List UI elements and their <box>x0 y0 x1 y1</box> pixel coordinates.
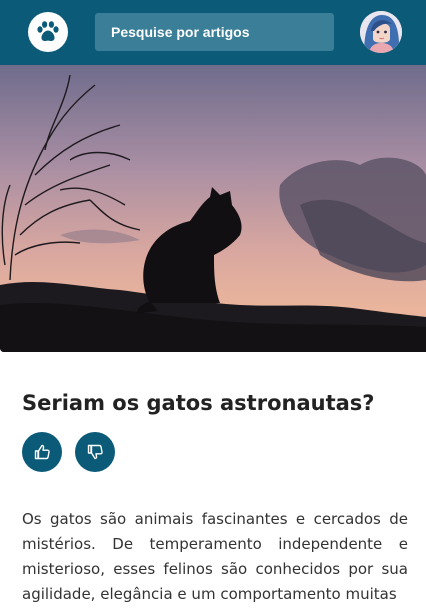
article-title: Seriam os gatos astronautas? <box>22 391 375 415</box>
logo-button[interactable] <box>28 12 68 52</box>
top-bar <box>0 0 426 65</box>
paw-icon <box>37 21 59 41</box>
dislike-button[interactable] <box>75 432 115 472</box>
like-button[interactable] <box>22 432 62 472</box>
thumbs-up-icon <box>34 444 50 460</box>
user-avatar-image <box>360 11 402 53</box>
hero-image <box>0 65 426 352</box>
user-avatar[interactable] <box>360 11 402 53</box>
thumbs-down-icon <box>87 444 103 460</box>
search-input[interactable] <box>95 13 334 51</box>
cat-silhouette-sunset-image <box>0 65 426 352</box>
article-body: Os gatos são animais fascinantes e cerca… <box>22 510 408 603</box>
